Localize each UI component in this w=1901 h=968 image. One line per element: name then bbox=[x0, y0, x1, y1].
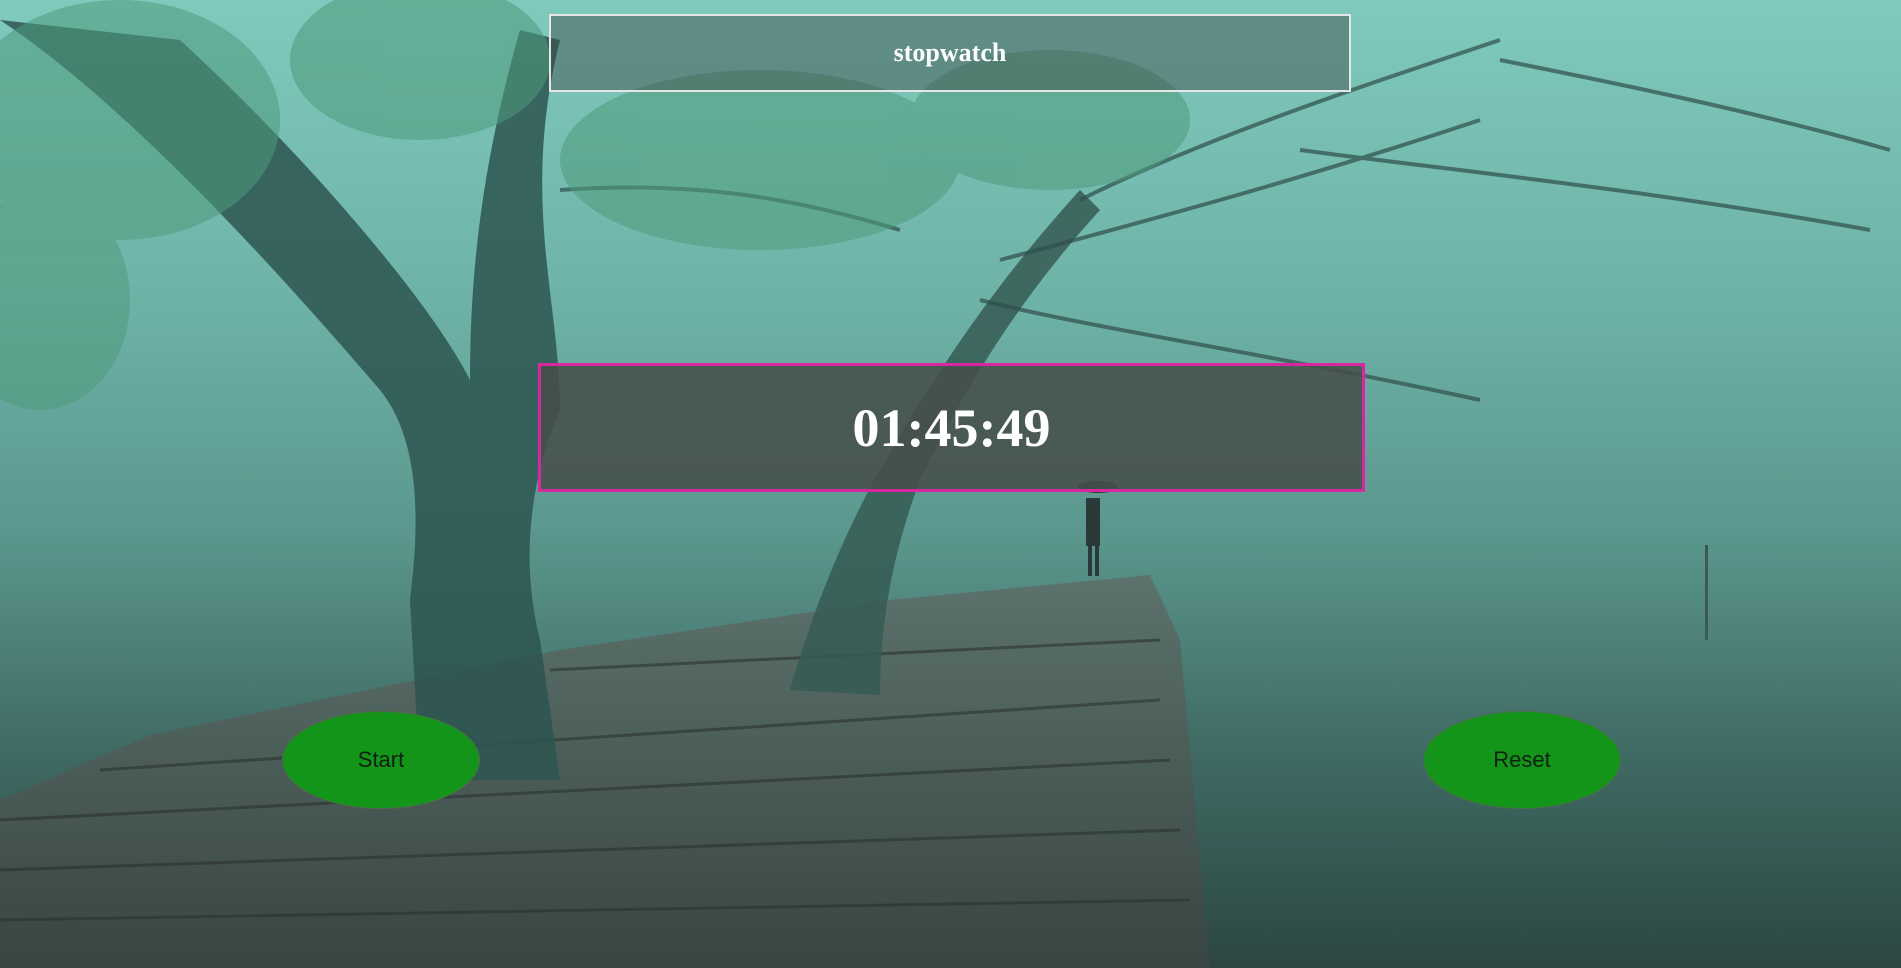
reset-button[interactable]: Reset bbox=[1423, 711, 1621, 809]
title-bar: stopwatch bbox=[549, 14, 1351, 92]
time-display: 01:45:49 bbox=[538, 363, 1365, 492]
start-button[interactable]: Start bbox=[282, 711, 480, 809]
app-title: stopwatch bbox=[893, 38, 1007, 67]
elapsed-time: 01:45:49 bbox=[852, 397, 1051, 458]
